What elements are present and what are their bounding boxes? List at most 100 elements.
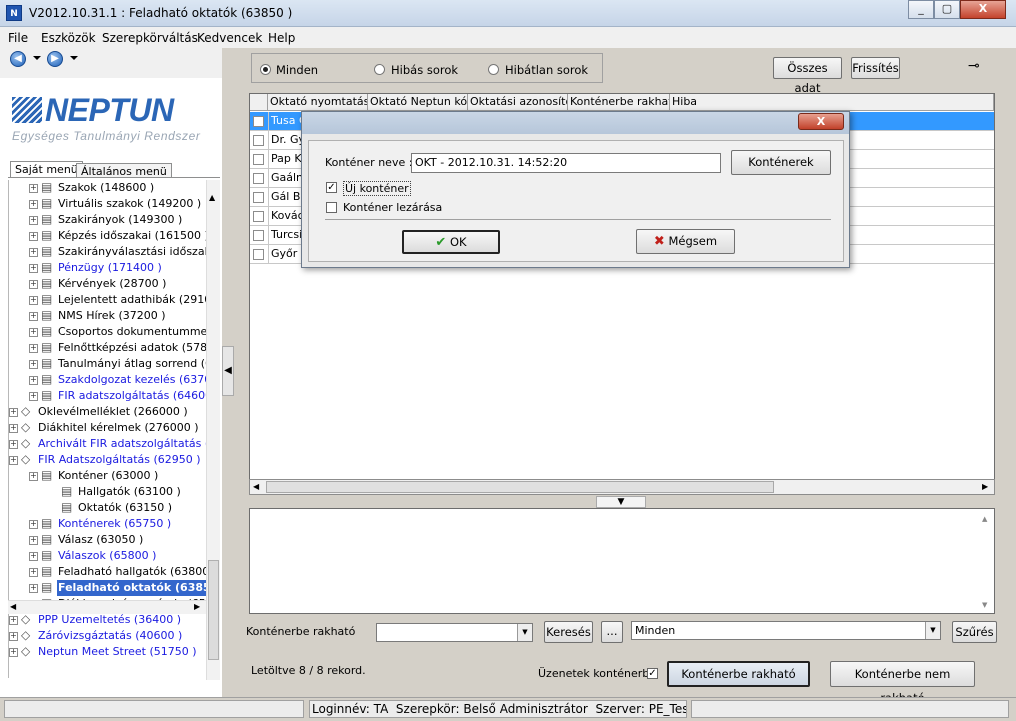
tree-expander-icon[interactable]: +: [29, 360, 38, 369]
tree-item-label: Feladható hallgatók (63800 ): [58, 565, 206, 578]
messages-to-container-checkbox[interactable]: ✓: [647, 668, 658, 679]
tree-expander-icon[interactable]: +: [29, 296, 38, 305]
collapse-arrow-icon[interactable]: ▼: [596, 496, 646, 508]
tree-expander-icon[interactable]: +: [9, 456, 18, 465]
chevron-down-icon[interactable]: ▼: [517, 624, 532, 641]
tree-expander-icon[interactable]: +: [29, 312, 38, 321]
maximize-button[interactable]: ▢: [934, 0, 960, 19]
tree-expander-icon[interactable]: +: [29, 264, 38, 273]
tree-expander-icon[interactable]: +: [9, 424, 18, 433]
tree-expander-icon[interactable]: +: [29, 184, 38, 193]
menu-help[interactable]: Help: [268, 31, 295, 45]
dialog-close-button[interactable]: X: [798, 113, 844, 130]
filter-button[interactable]: Szűrés: [952, 621, 997, 643]
tab-altalanos-menu[interactable]: Általános menü: [76, 163, 172, 178]
column-header[interactable]: Oktatási azonosító: [468, 94, 568, 111]
column-header[interactable]: Konténerbe rakható: [568, 94, 670, 111]
tree-expander-icon[interactable]: +: [29, 328, 38, 337]
tree-expander-icon[interactable]: +: [29, 568, 38, 577]
ellipsis-button[interactable]: ...: [601, 621, 623, 643]
tree-item-label: Virtuális szakok (149200 ): [58, 197, 202, 210]
tree-expander-icon[interactable]: +: [9, 632, 18, 641]
container-name-input[interactable]: OKT - 2012.10.31. 14:52:20: [411, 153, 721, 173]
minimize-button[interactable]: _: [908, 0, 934, 19]
forward-dropdown-icon[interactable]: [70, 56, 78, 60]
tree-expander-icon[interactable]: +: [29, 584, 38, 593]
containers-button[interactable]: Konténerek: [731, 150, 831, 175]
tree-expander-icon[interactable]: +: [29, 280, 38, 289]
value-select[interactable]: Minden ▼: [631, 621, 941, 640]
scroll-right-icon[interactable]: ▶: [194, 602, 200, 611]
close-container-checkbox[interactable]: [326, 202, 337, 213]
grid-horizontal-scrollbar[interactable]: ◀ ▶: [249, 479, 995, 495]
row-checkbox[interactable]: [253, 154, 264, 165]
tree-expander-icon[interactable]: +: [29, 472, 38, 481]
tree-vertical-scrollbar[interactable]: ▲: [206, 180, 220, 680]
message-area[interactable]: ▲ ▼: [249, 508, 995, 614]
row-checkbox[interactable]: [253, 249, 264, 260]
row-checkbox[interactable]: [253, 192, 264, 203]
row-checkbox[interactable]: [253, 116, 264, 127]
new-container-checkbox[interactable]: ✓: [326, 182, 337, 193]
tree-expander-icon[interactable]: +: [29, 520, 38, 529]
row-checkbox[interactable]: [253, 230, 264, 241]
menu-szerepkorvaltas[interactable]: Szerepkörváltás: [102, 31, 198, 45]
tab-divider: [8, 177, 220, 178]
add-to-container-button[interactable]: Konténerbe rakható: [667, 661, 810, 687]
tree-expander-icon[interactable]: +: [29, 536, 38, 545]
grid-scroll-thumb[interactable]: [266, 481, 774, 493]
tree-diamond-icon: ◇: [21, 628, 31, 642]
status-cell-empty: [4, 700, 304, 718]
column-header[interactable]: Oktató nyomtatási...: [268, 94, 368, 111]
radio-hibatlan-sorok[interactable]: [488, 64, 499, 75]
menu-kedvencek[interactable]: Kedvencek: [197, 31, 262, 45]
pin-icon[interactable]: ⊸: [968, 58, 980, 74]
cancel-button[interactable]: ✖ Mégsem: [636, 229, 735, 254]
scroll-down-icon[interactable]: ▼: [982, 601, 987, 609]
container-filter-select[interactable]: ▼: [376, 623, 533, 642]
search-button[interactable]: Keresés: [544, 621, 593, 643]
tab-sajat-menu[interactable]: Saját menü: [10, 161, 83, 178]
tree-expander-icon[interactable]: +: [9, 408, 18, 417]
tree-expander-icon[interactable]: +: [29, 552, 38, 561]
tree-expander-icon[interactable]: +: [9, 440, 18, 449]
status-role: Szerepkör: Belső Adminisztrátor: [395, 702, 588, 716]
close-button[interactable]: X: [960, 0, 1006, 19]
chevron-down-icon[interactable]: ▼: [925, 622, 940, 639]
tree-expander-icon[interactable]: +: [29, 200, 38, 209]
tree-expander-icon[interactable]: +: [29, 376, 38, 385]
tree-diamond-icon: ◇: [21, 612, 31, 626]
menu-eszkozok[interactable]: Eszközök: [41, 31, 96, 45]
forward-icon[interactable]: ▶: [47, 51, 63, 67]
row-checkbox[interactable]: [253, 135, 264, 146]
all-data-button[interactable]: Összes adat: [773, 57, 842, 95]
scroll-right-icon[interactable]: ▶: [982, 482, 988, 491]
back-icon[interactable]: ◀: [10, 51, 26, 67]
scroll-up-icon[interactable]: ▲: [209, 193, 215, 202]
tree-scroll-thumb[interactable]: [208, 560, 219, 660]
tree-expander-icon[interactable]: +: [29, 392, 38, 401]
tree-expander-icon[interactable]: +: [29, 216, 38, 225]
ok-button[interactable]: ✔ OK: [402, 230, 500, 254]
tree-page-icon: ▤: [41, 180, 53, 194]
tree-expander-icon[interactable]: +: [29, 344, 38, 353]
back-dropdown-icon[interactable]: [33, 56, 41, 60]
panel-splitter-icon[interactable]: ◀: [222, 346, 234, 396]
tree-expander-icon[interactable]: +: [9, 648, 18, 657]
menu-file[interactable]: File: [8, 31, 28, 45]
row-checkbox[interactable]: [253, 211, 264, 222]
tree-expander-icon[interactable]: +: [29, 248, 38, 257]
not-add-to-container-button[interactable]: Konténerbe nem rakható: [830, 661, 975, 705]
tree-expander-icon[interactable]: +: [9, 616, 18, 625]
tree-horizontal-scrollbar[interactable]: ◀ ▶: [8, 600, 206, 614]
column-header[interactable]: Oktató Neptun kó...: [368, 94, 468, 111]
scroll-left-icon[interactable]: ◀: [253, 482, 259, 491]
column-header[interactable]: Hiba: [670, 94, 994, 111]
row-checkbox[interactable]: [253, 173, 264, 184]
tree-expander-icon[interactable]: +: [29, 232, 38, 241]
radio-hibas-sorok[interactable]: [374, 64, 385, 75]
scroll-up-icon[interactable]: ▲: [982, 515, 987, 523]
scroll-left-icon[interactable]: ◀: [10, 602, 16, 611]
radio-minden[interactable]: [260, 64, 271, 75]
refresh-button[interactable]: Frissítés: [851, 57, 900, 79]
